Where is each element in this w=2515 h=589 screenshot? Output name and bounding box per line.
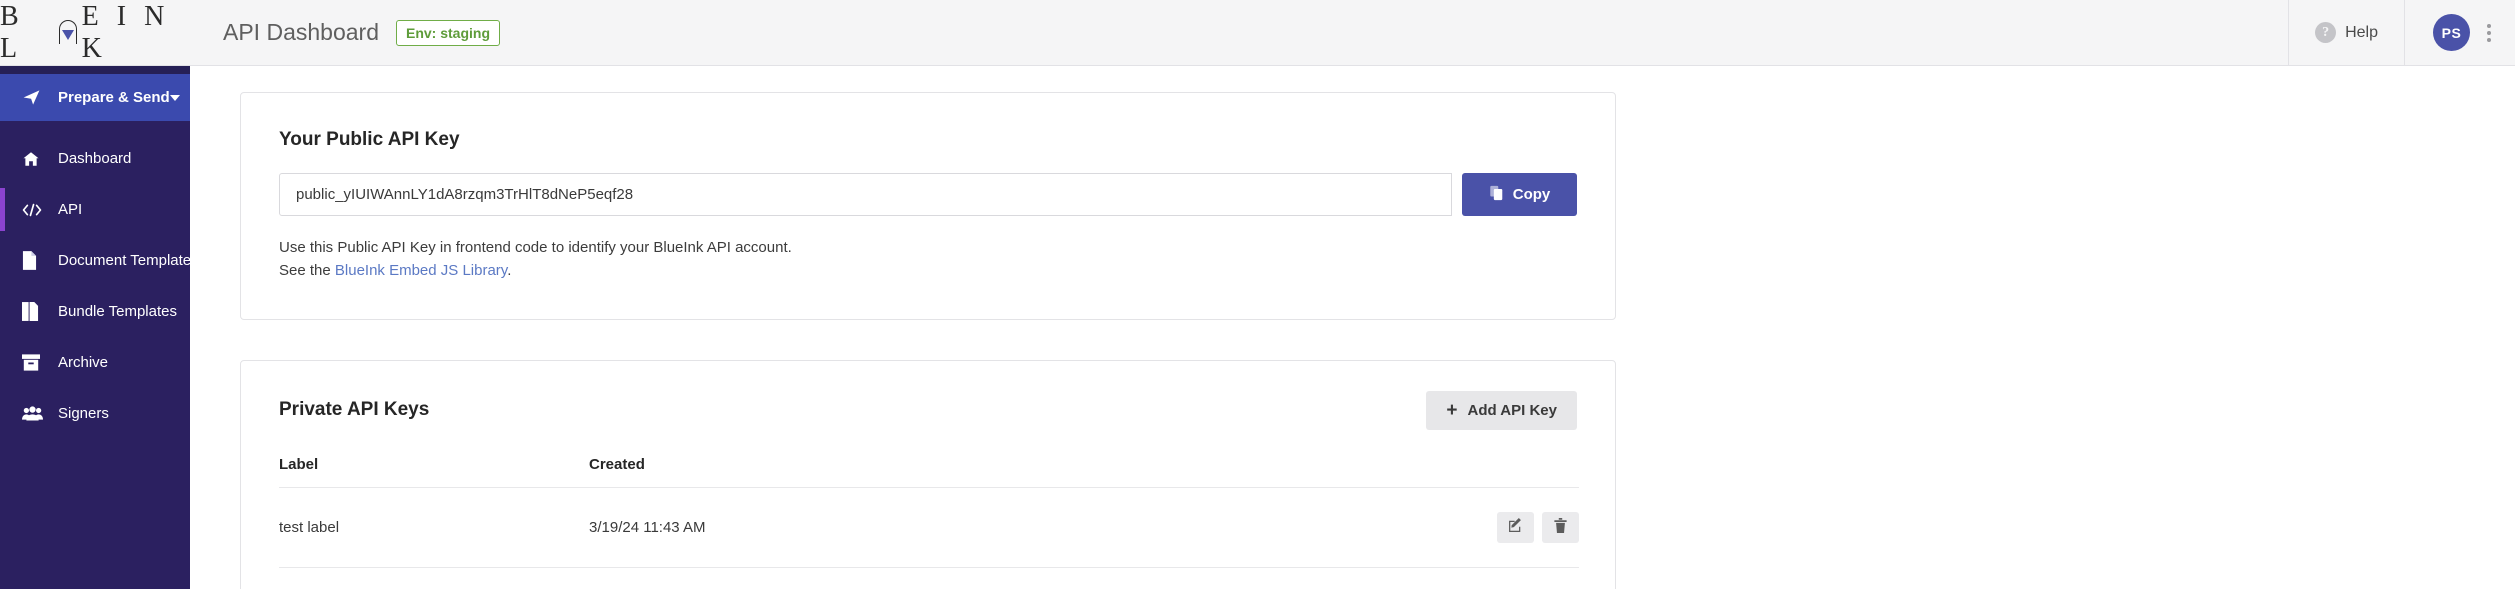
column-header-actions [1309, 455, 1579, 488]
sidebar-item-prepare-send[interactable]: Prepare & Send [0, 74, 190, 121]
document-icon [22, 251, 46, 270]
public-key-help-text: Use this Public API Key in frontend code… [279, 236, 1577, 283]
help-line-1: Use this Public API Key in frontend code… [279, 239, 792, 256]
help-label: Help [2345, 23, 2378, 41]
add-api-key-button[interactable]: + Add API Key [1426, 390, 1577, 430]
sidebar-item-label: Dashboard [58, 150, 132, 167]
sidebar-item-label: Bundle Templates [58, 303, 177, 320]
copy-duplicate-icon [1489, 185, 1504, 205]
trash-icon [1554, 518, 1567, 536]
private-keys-header: Private API Keys + Add API Key [279, 390, 1577, 430]
add-api-key-label: Add API Key [1467, 401, 1557, 419]
public-api-key-input[interactable] [279, 173, 1452, 216]
edit-key-button[interactable] [1497, 511, 1534, 543]
public-key-row: Copy [279, 173, 1577, 216]
private-keys-table: Label Created test label 3/19/24 11:43 A… [279, 455, 1579, 568]
delete-key-button[interactable] [1542, 511, 1579, 543]
help-line-2-prefix: See the [279, 262, 335, 280]
table-header-row: Label Created [279, 455, 1579, 488]
avatar[interactable]: PS [2433, 14, 2470, 51]
sidebar-item-label: Prepare & Send [58, 89, 170, 106]
cell-actions [1309, 487, 1579, 568]
documents-stack-icon [22, 302, 46, 321]
private-api-keys-card: Private API Keys + Add API Key Label Cre… [240, 359, 1616, 589]
logo-area[interactable]: B L E I N K [0, 0, 190, 66]
page-title: API Dashboard [223, 19, 379, 45]
sidebar-item-label: API [58, 201, 83, 218]
cell-label: test label [279, 487, 589, 568]
edit-pencil-square-icon [1508, 518, 1523, 536]
top-header-bar: B L E I N K API Dashboard Env: staging ?… [0, 0, 2515, 66]
api-dashboard-page: B L E I N K API Dashboard Env: staging ?… [0, 0, 2515, 589]
sidebar-item-signers[interactable]: Signers [0, 392, 190, 435]
paper-plane-icon [22, 88, 46, 107]
logo-text-right: E I N K [81, 0, 170, 64]
help-line-2: See the BlueInk Embed JS Library. [279, 259, 1577, 282]
sidebar: Prepare & Send Dashboard API Document Te… [0, 66, 199, 589]
logo-text-left: B L [0, 0, 25, 64]
column-header-created: Created [589, 455, 1309, 488]
env-badge: Env: staging [395, 19, 500, 46]
cell-created: 3/19/24 11:43 AM [589, 487, 1309, 568]
copy-button[interactable]: Copy [1462, 173, 1577, 216]
blueink-u-pin-logo-icon [57, 18, 77, 48]
vertical-dots-icon[interactable] [2483, 20, 2495, 46]
sidebar-top-accent [0, 66, 190, 74]
sidebar-item-label: Signers [58, 405, 109, 422]
help-line-2-suffix: . [507, 262, 512, 280]
sidebar-item-api[interactable]: API [0, 188, 190, 231]
table-row: test label 3/19/24 11:43 AM [279, 487, 1579, 568]
code-brackets-icon [22, 202, 46, 218]
main-content: Your Public API Key Copy Use this Public… [190, 66, 2515, 589]
sidebar-item-dashboard[interactable]: Dashboard [0, 137, 190, 180]
home-icon [22, 150, 46, 168]
public-key-card-title: Your Public API Key [279, 129, 460, 150]
question-circle-icon: ? [2315, 22, 2337, 43]
private-keys-card-title: Private API Keys [279, 399, 430, 420]
plus-icon: + [1446, 399, 1458, 421]
public-api-key-card: Your Public API Key Copy Use this Public… [240, 92, 1616, 320]
blueink-logo[interactable]: B L E I N K [0, 1, 190, 65]
embed-js-library-link[interactable]: BlueInk Embed JS Library [335, 262, 507, 279]
sidebar-item-label: Archive [58, 354, 109, 371]
account-area: PS [2404, 0, 2515, 66]
sidebar-item-archive[interactable]: Archive [0, 341, 190, 384]
sidebar-item-document-templates[interactable]: Document Templates [0, 239, 199, 282]
archive-box-icon [22, 354, 46, 371]
column-header-label: Label [279, 455, 589, 488]
copy-button-label: Copy [1512, 186, 1551, 203]
sidebar-item-bundle-templates[interactable]: Bundle Templates [0, 290, 190, 333]
header-right-actions: ? Help PS [2288, 0, 2515, 66]
chevron-down-icon [169, 94, 180, 101]
sidebar-item-label: Document Templates [58, 252, 199, 269]
users-group-icon [22, 406, 46, 421]
help-button[interactable]: ? Help [2288, 0, 2404, 66]
row-action-buttons [1309, 511, 1579, 543]
